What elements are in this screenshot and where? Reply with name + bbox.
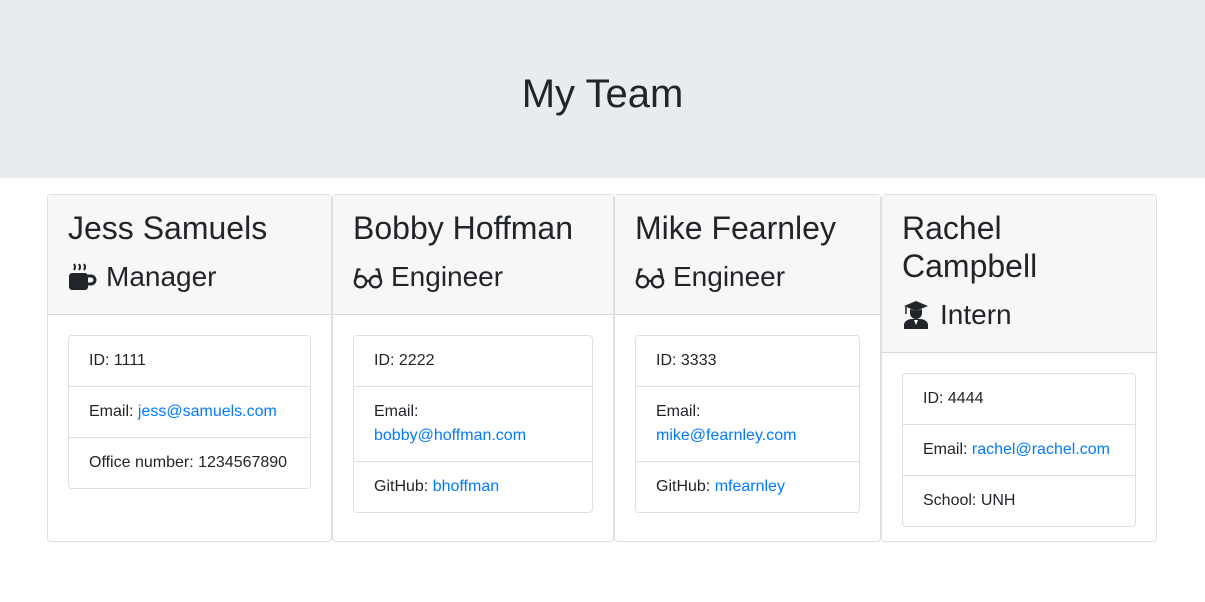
card-header: Rachel Campbell Intern [882, 195, 1156, 353]
graduate-icon [902, 300, 932, 330]
glasses-icon [635, 262, 665, 292]
email-item: Email: mike@fearnley.com [636, 386, 859, 461]
office-number-label: Office number: [89, 454, 199, 471]
email-label: Email: [923, 441, 972, 458]
card-header: Mike Fearnley Engineer [615, 195, 880, 315]
github-item: GitHub: bhoffman [354, 461, 592, 512]
id-item: ID: 2222 [374, 352, 435, 369]
email-item: Email: rachel@rachel.com [903, 424, 1135, 475]
card-header: Bobby Hoffman Engineer [333, 195, 613, 315]
card-body: ID: 4444 Email: rachel@rachel.com School… [882, 353, 1156, 547]
github-link[interactable]: mfearnley [715, 478, 785, 495]
employee-name: Mike Fearnley [635, 210, 836, 246]
card-body: ID: 2222 Email: bobby@hoffman.com GitHub… [333, 315, 613, 533]
employee-name: Rachel Campbell [902, 210, 1038, 284]
email-link[interactable]: bobby@hoffman.com [374, 427, 526, 444]
school-item: School: UNH [903, 475, 1135, 526]
glasses-icon [353, 262, 383, 292]
employee-role: Intern [902, 299, 1136, 331]
email-link[interactable]: rachel@rachel.com [972, 441, 1110, 458]
email-link[interactable]: mike@fearnley.com [656, 427, 796, 444]
employee-card: Rachel Campbell Intern ID: 4444 Email: r… [881, 194, 1157, 542]
email-item: Email: bobby@hoffman.com [354, 386, 592, 461]
employee-role: Manager [68, 261, 311, 293]
employee-card: Jess Samuels Manager ID: 1111 Email: jes… [47, 194, 332, 542]
employee-card: Bobby Hoffman Engineer ID: 2222 Email: b… [332, 194, 614, 542]
page-title: My Team [521, 71, 684, 116]
info-list: ID: 3333 Email: mike@fearnley.com GitHub… [635, 335, 860, 513]
school-value: UNH [980, 492, 1016, 509]
employee-card: Mike Fearnley Engineer ID: 3333 Email: m… [614, 194, 881, 542]
employee-name: Jess Samuels [68, 210, 268, 246]
office-number-value: 1234567890 [198, 454, 288, 471]
info-list: ID: 2222 Email: bobby@hoffman.com GitHub… [353, 335, 593, 513]
github-label: GitHub: [374, 478, 433, 495]
employee-role: Engineer [353, 261, 593, 293]
id-item: ID: 4444 [923, 390, 984, 407]
info-list: ID: 1111 Email: jess@samuels.com Office … [68, 335, 311, 489]
employee-name: Bobby Hoffman [353, 210, 573, 246]
email-item: Email: jess@samuels.com [69, 386, 310, 437]
card-body: ID: 1111 Email: jess@samuels.com Office … [48, 315, 331, 509]
page-header: My Team [0, 0, 1205, 178]
office-number-item: Office number: 1234567890 [69, 437, 310, 488]
email-label: Email: [656, 403, 701, 420]
coffee-icon [68, 262, 98, 292]
card-header: Jess Samuels Manager [48, 195, 331, 315]
info-list: ID: 4444 Email: rachel@rachel.com School… [902, 373, 1136, 527]
school-label: School: [923, 492, 981, 509]
email-label: Email: [89, 403, 138, 420]
github-link[interactable]: bhoffman [433, 478, 499, 495]
github-label: GitHub: [656, 478, 715, 495]
role-label: Engineer [391, 261, 504, 292]
id-item: ID: 1111 [89, 352, 146, 369]
role-label: Engineer [673, 261, 786, 292]
card-body: ID: 3333 Email: mike@fearnley.com GitHub… [615, 315, 880, 533]
email-label: Email: [374, 403, 419, 420]
employee-role: Engineer [635, 261, 860, 293]
role-label: Manager [106, 261, 217, 292]
role-label: Intern [940, 299, 1012, 330]
github-item: GitHub: mfearnley [636, 461, 859, 512]
id-item: ID: 3333 [656, 352, 717, 369]
email-link[interactable]: jess@samuels.com [138, 403, 277, 420]
